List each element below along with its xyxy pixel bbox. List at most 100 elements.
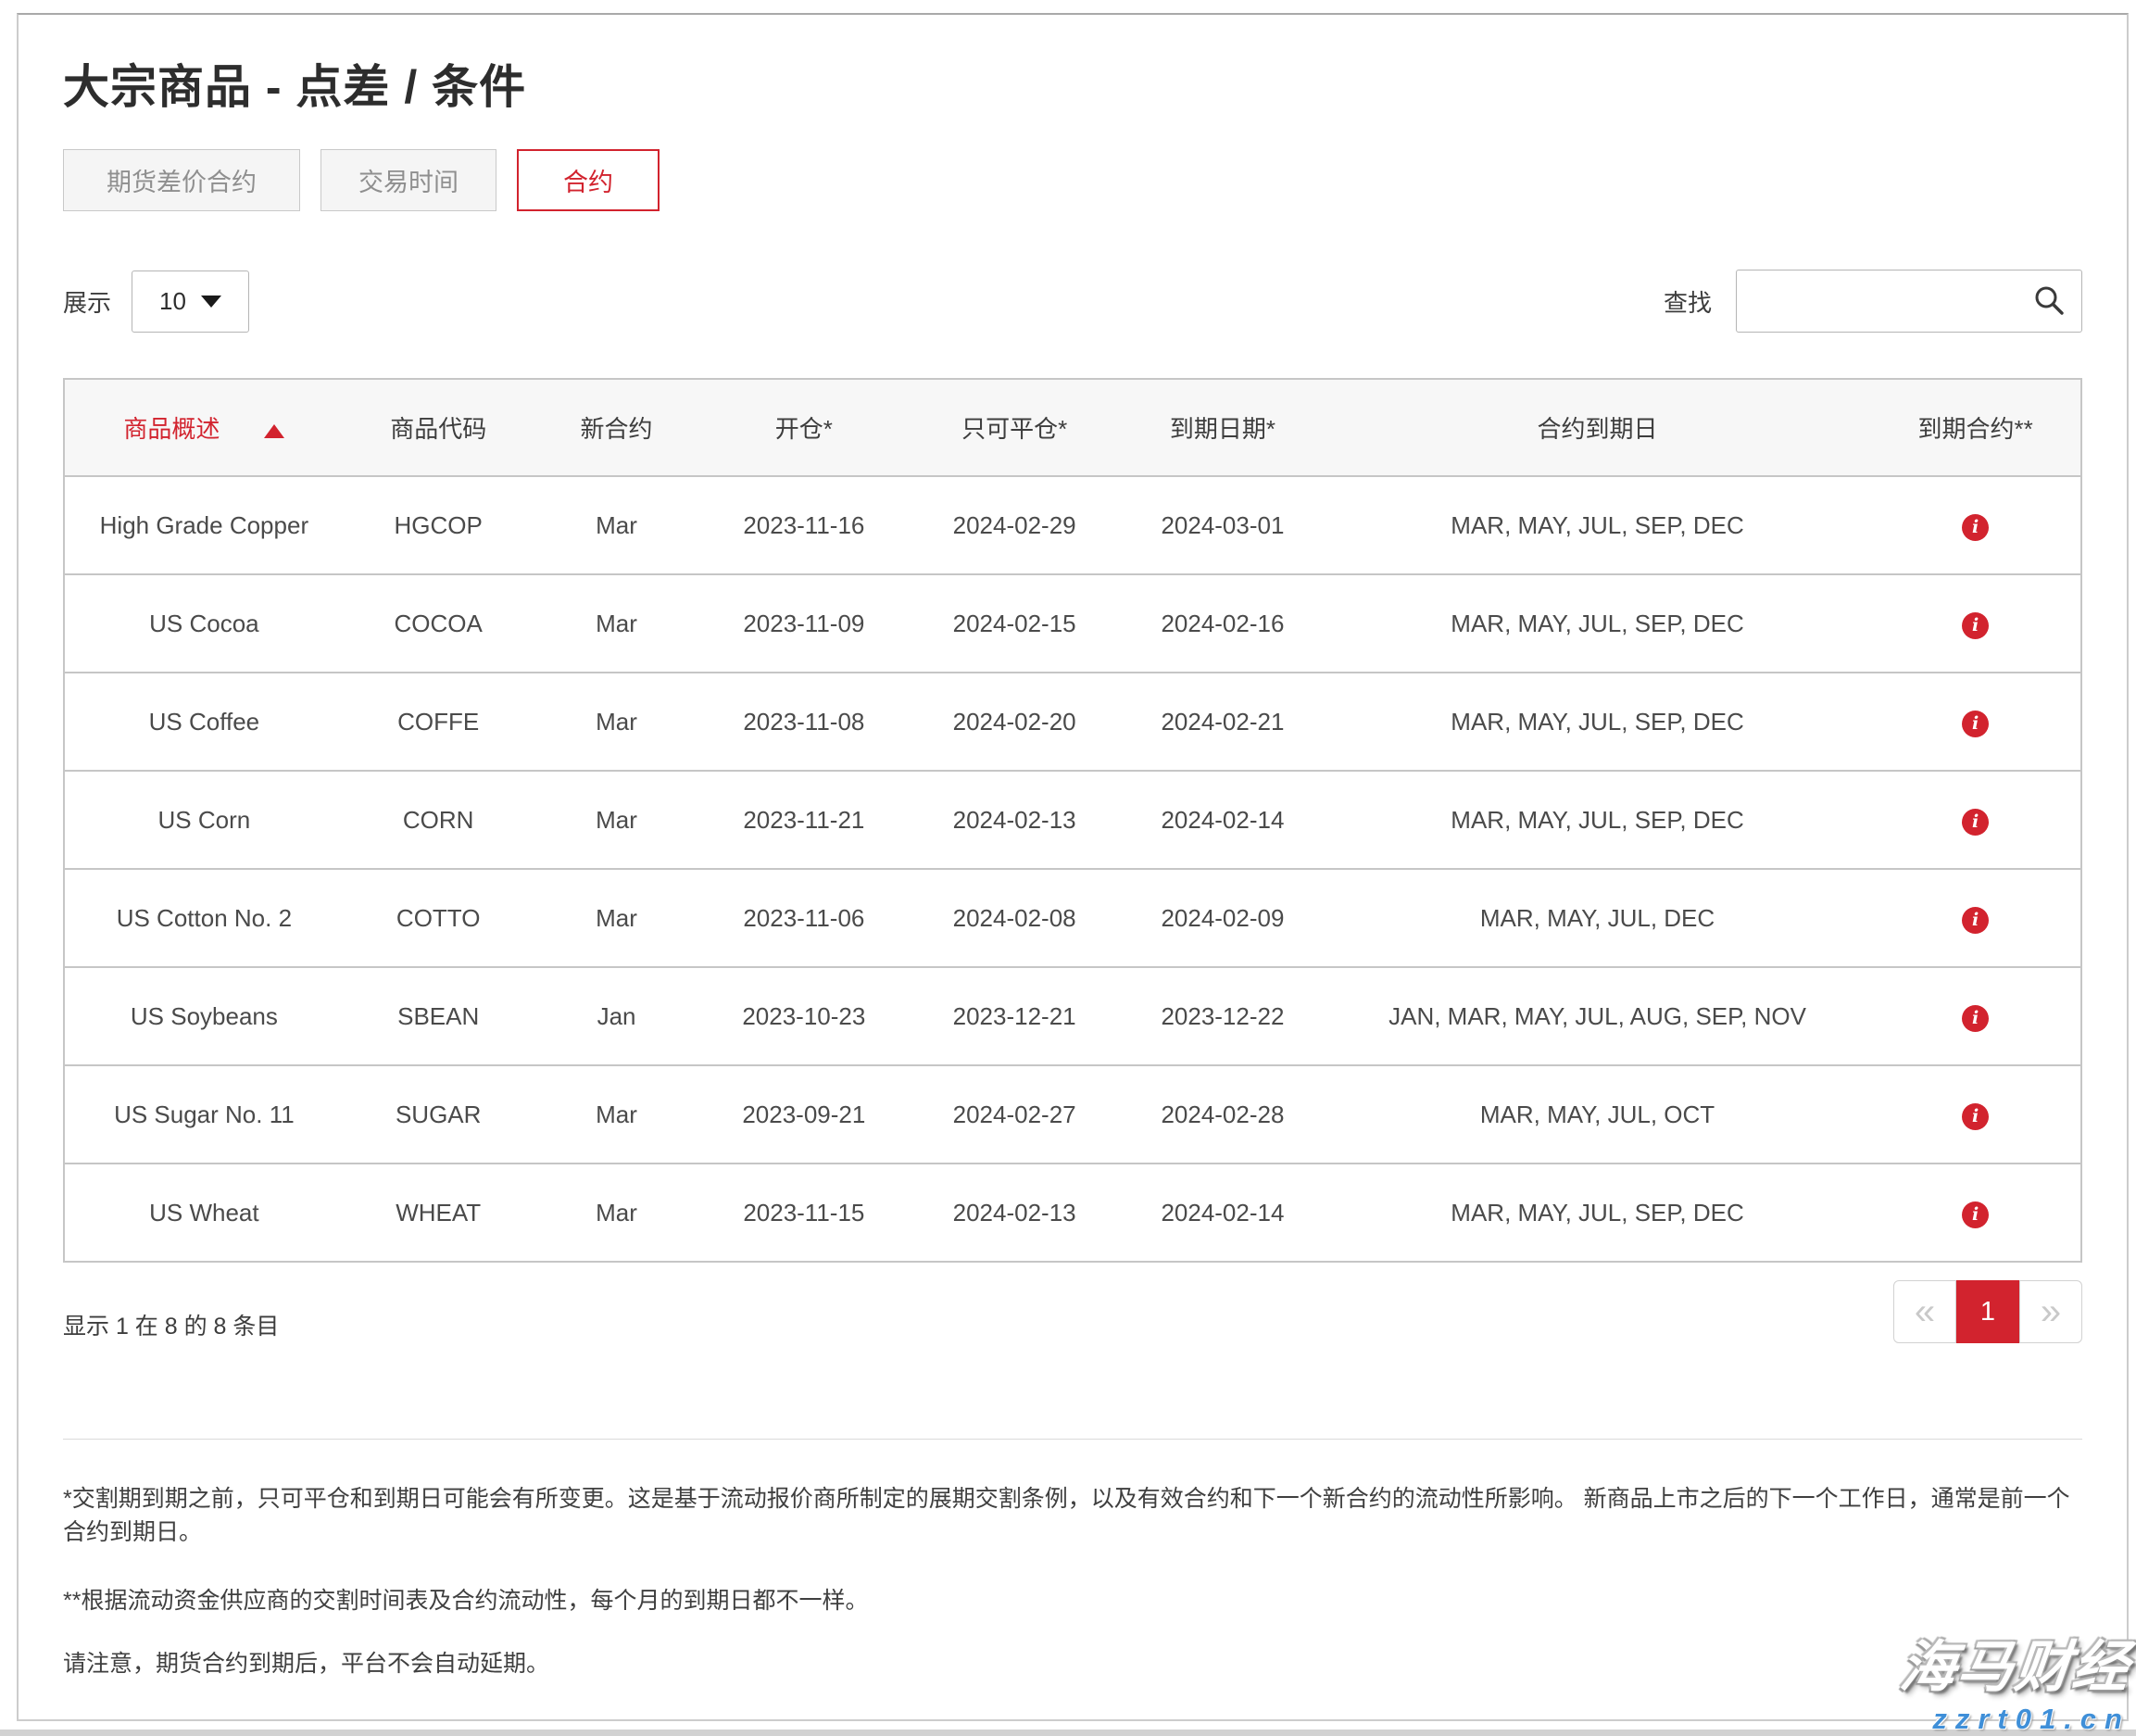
tab-contracts-label: 合约 — [563, 162, 613, 198]
info-icon[interactable]: i — [1962, 1201, 1989, 1228]
column-header-contract-months[interactable]: 合约到期日 — [1325, 379, 1870, 476]
expiry-date-cell: 2023-12-22 — [1121, 967, 1325, 1065]
info-icon[interactable]: i — [1962, 612, 1989, 639]
expiry-date-cell: 2024-02-14 — [1121, 1164, 1325, 1262]
column-header-close-only[interactable]: 只可平仓* — [908, 379, 1121, 476]
open-date-cell: 2023-11-16 — [699, 476, 908, 574]
tab-contracts[interactable]: 合约 — [517, 149, 660, 211]
pagination: « 1 » — [1893, 1280, 2082, 1343]
open-date-cell: 2023-09-21 — [699, 1065, 908, 1164]
column-header-expiring-contract[interactable]: 到期合约** — [1870, 379, 2081, 476]
close-only-date-cell: 2024-02-13 — [908, 771, 1121, 869]
open-date-cell: 2023-10-23 — [699, 967, 908, 1065]
commodity-name-cell: US Coffee — [64, 673, 344, 771]
info-icon-glyph: i — [1972, 1206, 1979, 1224]
chevron-down-icon — [201, 296, 221, 308]
sort-ascending-icon — [264, 424, 284, 438]
expiring-contract-cell: i — [1870, 967, 2081, 1065]
info-icon[interactable]: i — [1962, 809, 1989, 836]
table-row: US Cocoa COCOA Mar 2023-11-09 2024-02-15… — [64, 574, 2081, 673]
tab-trading-hours[interactable]: 交易时间 — [320, 149, 496, 211]
expiring-contract-cell: i — [1870, 771, 2081, 869]
header-row: 商品概述 商品代码 新合约 开仓* 只可平仓* 到期日期* 合约到期日 到期合约… — [64, 379, 2081, 476]
tab-bar: 期货差价合约 交易时间 合约 — [63, 149, 2082, 211]
close-only-date-cell: 2024-02-13 — [908, 1164, 1121, 1262]
new-contract-cell: Mar — [534, 476, 700, 574]
commodity-name-cell: US Soybeans — [64, 967, 344, 1065]
search-icon[interactable] — [2031, 283, 2067, 319]
column-header-open[interactable]: 开仓* — [699, 379, 908, 476]
new-contract-cell: Mar — [534, 574, 700, 673]
expiry-date-cell: 2024-02-21 — [1121, 673, 1325, 771]
footnote-liquidity: **根据流动资金供应商的交割时间表及合约流动性，每个月的到期日都不一样。 — [63, 1584, 2082, 1617]
contracts-table: 商品概述 商品代码 新合约 开仓* 只可平仓* 到期日期* 合约到期日 到期合约… — [63, 378, 2082, 1263]
footnote-notice: 请注意，期货合约到期后，平台不会自动延期。 — [63, 1647, 2082, 1680]
page-size-control: 展示 10 — [63, 270, 249, 333]
expiring-contract-cell: i — [1870, 476, 2081, 574]
table-row: High Grade Copper HGCOP Mar 2023-11-16 2… — [64, 476, 2081, 574]
close-only-date-cell: 2024-02-20 — [908, 673, 1121, 771]
expiry-date-cell: 2024-02-09 — [1121, 869, 1325, 967]
close-only-date-cell: 2024-02-27 — [908, 1065, 1121, 1164]
chevron-double-left-icon: « — [1915, 1291, 1935, 1333]
contract-months-cell: MAR, MAY, JUL, SEP, DEC — [1325, 771, 1870, 869]
contract-months-cell: JAN, MAR, MAY, JUL, AUG, SEP, NOV — [1325, 967, 1870, 1065]
window-bottom-edge — [0, 1730, 2136, 1736]
column-header-code[interactable]: 商品代码 — [344, 379, 534, 476]
commodity-name-cell: High Grade Copper — [64, 476, 344, 574]
info-icon-glyph: i — [1972, 1108, 1979, 1126]
info-icon[interactable]: i — [1962, 1103, 1989, 1130]
commodity-code-cell: SBEAN — [344, 967, 534, 1065]
table-controls: 展示 10 查找 — [63, 270, 2082, 333]
new-contract-cell: Mar — [534, 771, 700, 869]
open-date-cell: 2023-11-08 — [699, 673, 908, 771]
search-control: 查找 — [1664, 270, 2082, 333]
column-header-expiry-date[interactable]: 到期日期* — [1121, 379, 1325, 476]
chevron-double-right-icon: » — [2041, 1291, 2061, 1333]
pagination-next-button[interactable]: » — [2019, 1280, 2082, 1343]
tab-trading-hours-label: 交易时间 — [358, 162, 459, 198]
expiring-contract-cell: i — [1870, 1164, 2081, 1262]
column-header-commodity-label: 商品概述 — [123, 415, 220, 443]
table-footer: 显示 1 在 8 的 8 条目 « 1 » — [63, 1280, 2082, 1343]
expiring-contract-cell: i — [1870, 574, 2081, 673]
column-header-commodity[interactable]: 商品概述 — [64, 379, 344, 476]
expiry-date-cell: 2024-02-14 — [1121, 771, 1325, 869]
expiring-contract-cell: i — [1870, 673, 2081, 771]
tab-futures-cfd[interactable]: 期货差价合约 — [63, 149, 300, 211]
info-icon[interactable]: i — [1962, 1005, 1989, 1032]
divider — [63, 1439, 2082, 1440]
info-icon-glyph: i — [1972, 519, 1979, 536]
commodity-code-cell: COCOA — [344, 574, 534, 673]
new-contract-cell: Mar — [534, 673, 700, 771]
contract-months-cell: MAR, MAY, JUL, SEP, DEC — [1325, 476, 1870, 574]
page-title: 大宗商品 - 点差 / 条件 — [63, 63, 2082, 111]
contract-months-cell: MAR, MAY, JUL, SEP, DEC — [1325, 574, 1870, 673]
new-contract-cell: Mar — [534, 1164, 700, 1262]
search-input[interactable] — [1737, 270, 2081, 332]
commodity-name-cell: US Wheat — [64, 1164, 344, 1262]
pagination-prev-button[interactable]: « — [1893, 1280, 1956, 1343]
footnotes: *交割期到期之前，只可平仓和到期日可能会有所变更。这是基于流动报价商所制定的展期… — [63, 1482, 2082, 1680]
info-icon-glyph: i — [1972, 813, 1979, 831]
close-only-date-cell: 2024-02-08 — [908, 869, 1121, 967]
entries-summary: 显示 1 在 8 的 8 条目 — [63, 1308, 279, 1341]
new-contract-cell: Jan — [534, 967, 700, 1065]
expiry-date-cell: 2024-02-28 — [1121, 1065, 1325, 1164]
info-icon[interactable]: i — [1962, 711, 1989, 737]
info-icon-glyph: i — [1972, 1010, 1979, 1027]
info-icon[interactable]: i — [1962, 514, 1989, 541]
table-row: US Coffee COFFE Mar 2023-11-08 2024-02-2… — [64, 673, 2081, 771]
commodity-code-cell: HGCOP — [344, 476, 534, 574]
page-size-select[interactable]: 10 — [132, 270, 249, 333]
contract-months-cell: MAR, MAY, JUL, SEP, DEC — [1325, 1164, 1870, 1262]
commodity-name-cell: US Cotton No. 2 — [64, 869, 344, 967]
pagination-page-1-button[interactable]: 1 — [1956, 1280, 2019, 1343]
column-header-new-contract[interactable]: 新合约 — [534, 379, 700, 476]
contract-months-cell: MAR, MAY, JUL, DEC — [1325, 869, 1870, 967]
info-icon[interactable]: i — [1962, 907, 1989, 934]
expiring-contract-cell: i — [1870, 869, 2081, 967]
commodity-code-cell: COFFE — [344, 673, 534, 771]
info-icon-glyph: i — [1972, 715, 1979, 733]
commodity-code-cell: COTTO — [344, 869, 534, 967]
